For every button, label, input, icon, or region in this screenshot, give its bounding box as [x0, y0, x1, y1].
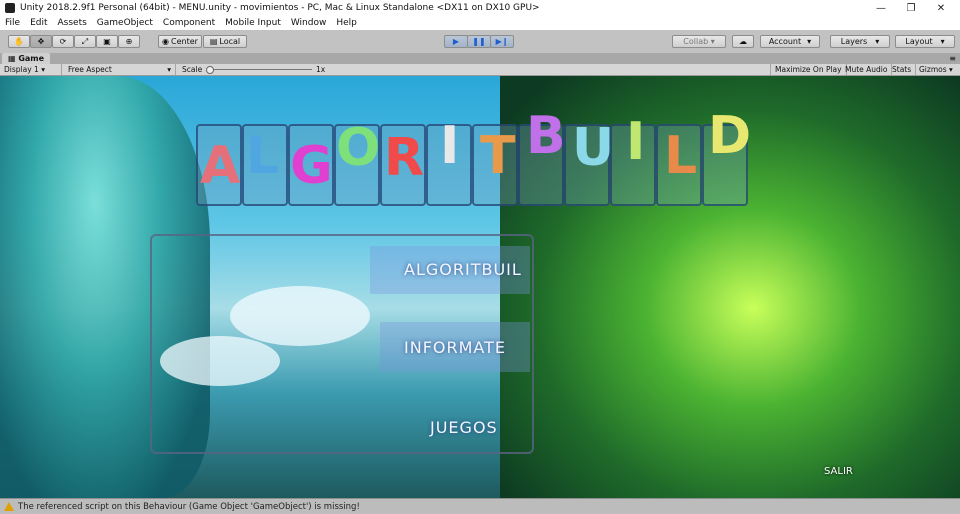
scale-slider-handle[interactable] — [206, 66, 215, 74]
pivot-local-button[interactable]: ▤ Local — [203, 35, 247, 48]
maximize-button[interactable]: ❐ — [896, 0, 926, 16]
transform-icon: ⊕ — [125, 37, 133, 46]
pause-button[interactable]: ❚❚ — [467, 35, 491, 48]
unity-logo-icon — [5, 3, 15, 13]
rotate-tool-button[interactable]: ⟳ — [52, 35, 74, 48]
salir-button[interactable]: SALIR — [824, 466, 853, 477]
collab-button[interactable]: Collab ▾ — [672, 35, 726, 48]
logo-letter: D — [708, 106, 752, 166]
layout-label: Layout — [905, 37, 933, 46]
hand-icon: ✋ — [14, 37, 24, 46]
logo-letter: I — [440, 116, 460, 176]
stats-toggle[interactable]: Stats — [888, 64, 917, 75]
scale-icon: ⤢ — [81, 36, 89, 46]
algoritbuil-button-label: ALGORITBUIL — [404, 260, 522, 279]
rect-tool-button[interactable]: ▣ — [96, 35, 118, 48]
gizmos-dropdown[interactable]: Gizmos ▾ — [915, 64, 957, 75]
game-tab-label: Game — [18, 54, 45, 63]
aspect-dropdown[interactable]: Free Aspect ▾ — [64, 64, 176, 75]
logo-letter: U — [572, 118, 615, 178]
pivot-label: Center — [171, 37, 198, 46]
account-label: Account — [768, 37, 802, 46]
logo-letter: T — [480, 126, 516, 186]
informate-button-label: INFORMATE — [404, 338, 506, 357]
scale-value: 1x — [316, 65, 326, 74]
menu-mobile-input[interactable]: Mobile Input — [220, 18, 286, 28]
juegos-button[interactable]: JUEGOS — [430, 418, 498, 437]
logo-letter: O — [336, 118, 381, 178]
space-label: Local — [219, 37, 241, 46]
layers-label: Layers — [840, 37, 868, 46]
layout-dropdown[interactable]: Layout ▾ — [895, 35, 955, 48]
menu-edit[interactable]: Edit — [25, 18, 52, 28]
tab-game[interactable]: ▦ Game — [2, 53, 51, 64]
pivot-icon: ◉ — [162, 37, 170, 46]
step-button[interactable]: ▶❙ — [490, 35, 514, 48]
aspect-label: Free Aspect — [68, 65, 112, 74]
chevron-down-icon: ▾ — [167, 65, 171, 74]
menu-gameobject[interactable]: GameObject — [92, 18, 158, 28]
local-icon: ▤ — [209, 37, 218, 46]
logo-letter: G — [290, 136, 333, 196]
transform-tool-button[interactable]: ⊕ — [118, 35, 140, 48]
pause-icon: ❚❚ — [472, 37, 486, 46]
display-dropdown[interactable]: Display 1 ▾ — [0, 64, 62, 75]
mute-audio-toggle[interactable]: Mute Audio — [841, 64, 893, 75]
menu-window[interactable]: Window — [286, 18, 332, 28]
move-icon: ✥ — [37, 37, 45, 46]
status-bar[interactable]: The referenced script on this Behaviour … — [0, 498, 960, 514]
menu-help[interactable]: Help — [331, 18, 362, 28]
play-icon: ▶ — [452, 37, 460, 46]
move-tool-button[interactable]: ✥ — [30, 35, 52, 48]
logo-letter: R — [384, 128, 425, 188]
status-message: The referenced script on this Behaviour … — [18, 501, 360, 512]
account-dropdown[interactable]: Account ▾ — [760, 35, 820, 48]
game-logo: A L G O R I T B U I L D — [196, 106, 776, 226]
chevron-down-icon: ▾ — [875, 37, 880, 46]
hand-tool-button[interactable]: ✋ — [8, 35, 30, 48]
logo-letter: I — [626, 112, 646, 172]
main-toolbar: ✋ ✥ ⟳ ⤢ ▣ ⊕ ◉ Center ▤ Local ▶ ❚❚ ▶❙ Colla… — [0, 31, 960, 54]
pivot-center-button[interactable]: ◉ Center — [158, 35, 202, 48]
menu-file[interactable]: File — [0, 18, 25, 28]
logo-letter: L — [664, 126, 698, 186]
gizmos-label: Gizmos — [919, 65, 947, 74]
minimize-button[interactable]: — — [866, 0, 896, 16]
close-button[interactable]: ✕ — [926, 0, 956, 16]
scale-label: Scale — [182, 65, 203, 74]
chevron-down-icon: ▾ — [807, 37, 812, 46]
game-tab-bar: ▦ Game ≡ — [0, 53, 960, 64]
logo-letter: B — [526, 106, 566, 166]
menu-bar: File Edit Assets GameObject Component Mo… — [0, 16, 960, 30]
logo-letter: A — [200, 136, 241, 196]
tab-menu-icon[interactable]: ≡ — [949, 53, 956, 64]
layers-dropdown[interactable]: Layers ▾ — [830, 35, 890, 48]
chevron-down-icon: ▾ — [41, 65, 45, 74]
rotate-icon: ⟳ — [59, 37, 67, 46]
chevron-down-icon: ▾ — [949, 65, 953, 74]
logo-letter: L — [246, 126, 280, 186]
scale-tool-button[interactable]: ⤢ — [74, 35, 96, 48]
maximize-on-play-toggle[interactable]: Maximize On Play — [770, 64, 847, 75]
menu-component[interactable]: Component — [158, 18, 220, 28]
menu-assets[interactable]: Assets — [53, 18, 92, 28]
window-title: Unity 2018.2.9f1 Personal (64bit) - MENU… — [20, 3, 540, 13]
rect-icon: ▣ — [103, 37, 111, 46]
game-tab-icon: ▦ — [8, 54, 19, 63]
step-icon: ▶❙ — [495, 37, 509, 46]
warning-icon — [4, 502, 14, 511]
play-button[interactable]: ▶ — [444, 35, 468, 48]
window-title-bar: Unity 2018.2.9f1 Personal (64bit) - MENU… — [0, 0, 960, 16]
game-toolbar: Display 1 ▾ Free Aspect ▾ Scale 1x Maxim… — [0, 64, 960, 76]
cloud-icon: ☁ — [739, 37, 747, 46]
scale-slider-track[interactable] — [208, 69, 312, 70]
game-viewport[interactable]: A L G O R I T B U I L D ALGORITBUIL INFO… — [0, 76, 960, 498]
cloud-button[interactable]: ☁ — [732, 35, 754, 48]
display-label: Display 1 — [4, 65, 39, 74]
chevron-down-icon: ▾ — [940, 37, 945, 46]
